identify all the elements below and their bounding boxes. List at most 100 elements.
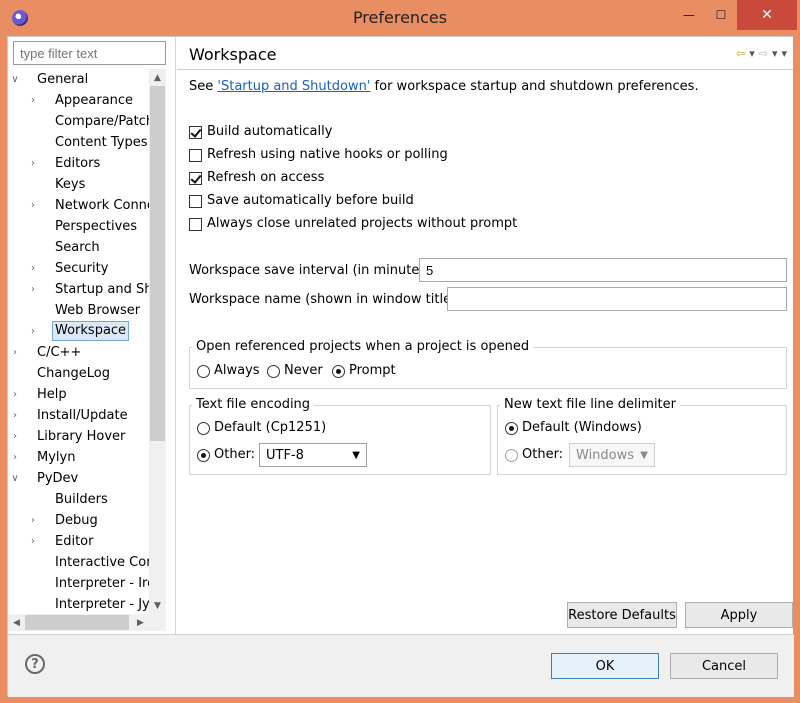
prompt-radio[interactable]: Prompt [332, 361, 396, 381]
back-arrow-icon[interactable]: ⇦ [736, 47, 745, 60]
checkbox-box[interactable] [189, 148, 202, 162]
chevron-right-icon[interactable]: › [28, 195, 38, 216]
tree-item[interactable]: › Mylyn [8, 447, 153, 468]
startup-shutdown-link[interactable]: 'Startup and Shutdown' [217, 79, 370, 94]
chevron-right-icon[interactable]: › [10, 342, 20, 363]
tree-item[interactable]: Compare/Patch [8, 111, 154, 132]
tree-item[interactable]: Interactive Cons [8, 552, 158, 573]
maximize-button[interactable]: ☐ [705, 0, 737, 30]
chevron-right-icon[interactable]: › [28, 279, 38, 300]
chevron-right-icon[interactable]: › [10, 426, 20, 447]
preference-tree-panel: ∨ General › Appearance Compare/Patch Content … [8, 37, 176, 634]
tree-vertical-scroll-thumb[interactable] [150, 86, 165, 441]
delimiter-select[interactable]: Windows ▼ [569, 443, 655, 467]
radio-circle[interactable] [197, 364, 210, 378]
delimiter-other-radio[interactable]: Other: [505, 445, 563, 465]
view-menu-icon[interactable]: ▾ [781, 47, 787, 60]
chevron-right-icon[interactable]: › [28, 90, 38, 111]
save-before-build-checkbox[interactable]: Save automatically before build [189, 191, 414, 211]
filter-input[interactable] [13, 41, 166, 65]
forward-arrow-icon[interactable]: ⇨ [759, 47, 768, 60]
apply-button[interactable]: Apply [685, 602, 793, 628]
chevron-right-icon[interactable]: › [10, 405, 20, 426]
chevron-right-icon[interactable]: › [10, 384, 20, 405]
tree-item[interactable]: Keys [8, 174, 153, 195]
tree-item[interactable]: › Appearance [8, 90, 153, 111]
chevron-right-icon[interactable]: › [10, 447, 20, 468]
scroll-up-icon[interactable]: ▲ [149, 69, 166, 86]
chevron-right-icon[interactable]: › [28, 531, 38, 552]
build-automatically-checkbox[interactable]: Build automatically [189, 122, 332, 142]
ok-button[interactable]: OK [551, 653, 659, 679]
tree-item[interactable]: Perspectives [8, 216, 153, 237]
help-icon[interactable]: ? [25, 654, 45, 674]
tree-item[interactable]: Web Browser [8, 300, 153, 321]
radio-circle[interactable] [505, 448, 518, 462]
radio-circle[interactable] [332, 364, 345, 378]
tree-item[interactable]: ∨ PyDev [8, 468, 153, 489]
restore-defaults-button[interactable]: Restore Defaults [567, 602, 677, 628]
tree-item[interactable]: ChangeLog [8, 363, 153, 384]
chevron-right-icon[interactable]: › [28, 153, 38, 174]
forward-menu-chevron-icon[interactable]: ▾ [772, 47, 778, 60]
back-menu-chevron-icon[interactable]: ▾ [749, 47, 755, 60]
cancel-button[interactable]: Cancel [670, 653, 778, 679]
delimiter-default-radio[interactable]: Default (Windows) [505, 418, 642, 438]
tree-item[interactable]: › Install/Update [8, 405, 153, 426]
tree-vertical-scrollbar[interactable]: ▲ ▼ [149, 69, 166, 614]
save-interval-input[interactable] [419, 258, 787, 282]
chevron-right-icon[interactable]: › [28, 510, 38, 531]
scroll-down-icon[interactable]: ▼ [149, 597, 166, 614]
tree-item[interactable]: › Library Hover [8, 426, 153, 447]
encoding-other-radio[interactable]: Other: [197, 445, 255, 465]
encoding-default-radio[interactable]: Default (Cp1251) [197, 418, 326, 438]
workspace-name-input[interactable] [447, 287, 787, 311]
tree-item[interactable]: › Editor [8, 531, 153, 552]
tree-item[interactable]: › C/C++ [8, 342, 153, 363]
tree-item[interactable]: › Editors [8, 153, 153, 174]
close-window-button[interactable]: ✕ [737, 0, 797, 30]
tree-item[interactable]: ∨ General [8, 69, 153, 90]
radio-label: Default (Cp1251) [214, 420, 327, 435]
checkbox-box[interactable] [189, 171, 202, 185]
scroll-right-icon[interactable]: ▶ [132, 614, 149, 631]
tree-item[interactable]: › Startup and Shu [8, 279, 158, 300]
chevron-right-icon[interactable]: › [28, 321, 38, 342]
tree-item[interactable]: › Security [8, 258, 153, 279]
always-radio[interactable]: Always [197, 361, 260, 381]
tree-item[interactable]: › Network Conne [8, 195, 155, 216]
tree-item[interactable]: Builders [8, 489, 153, 510]
tree-item-label: Editor [55, 534, 94, 549]
minimize-button[interactable]: — [673, 0, 705, 30]
radio-label: Prompt [349, 363, 396, 378]
refresh-on-access-checkbox[interactable]: Refresh on access [189, 168, 324, 188]
tree-item[interactable]: › Debug [8, 510, 153, 531]
radio-circle[interactable] [197, 448, 210, 462]
chevron-right-icon[interactable]: › [28, 258, 38, 279]
tree-horizontal-scroll-thumb[interactable] [25, 615, 129, 630]
title-bar[interactable]: Preferences — ☐ ✕ [0, 0, 800, 36]
radio-circle[interactable] [267, 364, 280, 378]
checkbox-box[interactable] [189, 194, 202, 208]
tree-item[interactable]: Interpreter - Jyt [8, 594, 155, 612]
checkbox-box[interactable] [189, 125, 202, 139]
radio-circle[interactable] [197, 421, 210, 435]
tree-item[interactable]: › Help [8, 384, 153, 405]
tree-item[interactable]: Interpreter - Iro [8, 573, 155, 594]
tree-item[interactable]: › Workspace [8, 321, 153, 342]
title-divider [177, 69, 793, 70]
radio-circle[interactable] [505, 421, 518, 435]
page-navigation: ⇦ ▾ ⇨ ▾ ▾ [736, 47, 787, 60]
scroll-left-icon[interactable]: ◀ [8, 614, 25, 631]
preference-tree: ∨ General › Appearance Compare/Patch Content … [8, 69, 158, 612]
chevron-down-icon[interactable]: ∨ [10, 468, 20, 489]
chevron-down-icon[interactable]: ∨ [10, 69, 20, 90]
tree-item[interactable]: Content Types [8, 132, 153, 153]
encoding-select[interactable]: UTF-8 ▼ [259, 443, 367, 467]
refresh-native-hooks-checkbox[interactable]: Refresh using native hooks or polling [189, 145, 448, 165]
close-unrelated-projects-checkbox[interactable]: Always close unrelated projects without … [189, 214, 517, 234]
never-radio[interactable]: Never [267, 361, 323, 381]
tree-item[interactable]: Search [8, 237, 153, 258]
checkbox-box[interactable] [189, 217, 202, 231]
tree-horizontal-scrollbar[interactable]: ◀ ▶ [8, 614, 166, 631]
